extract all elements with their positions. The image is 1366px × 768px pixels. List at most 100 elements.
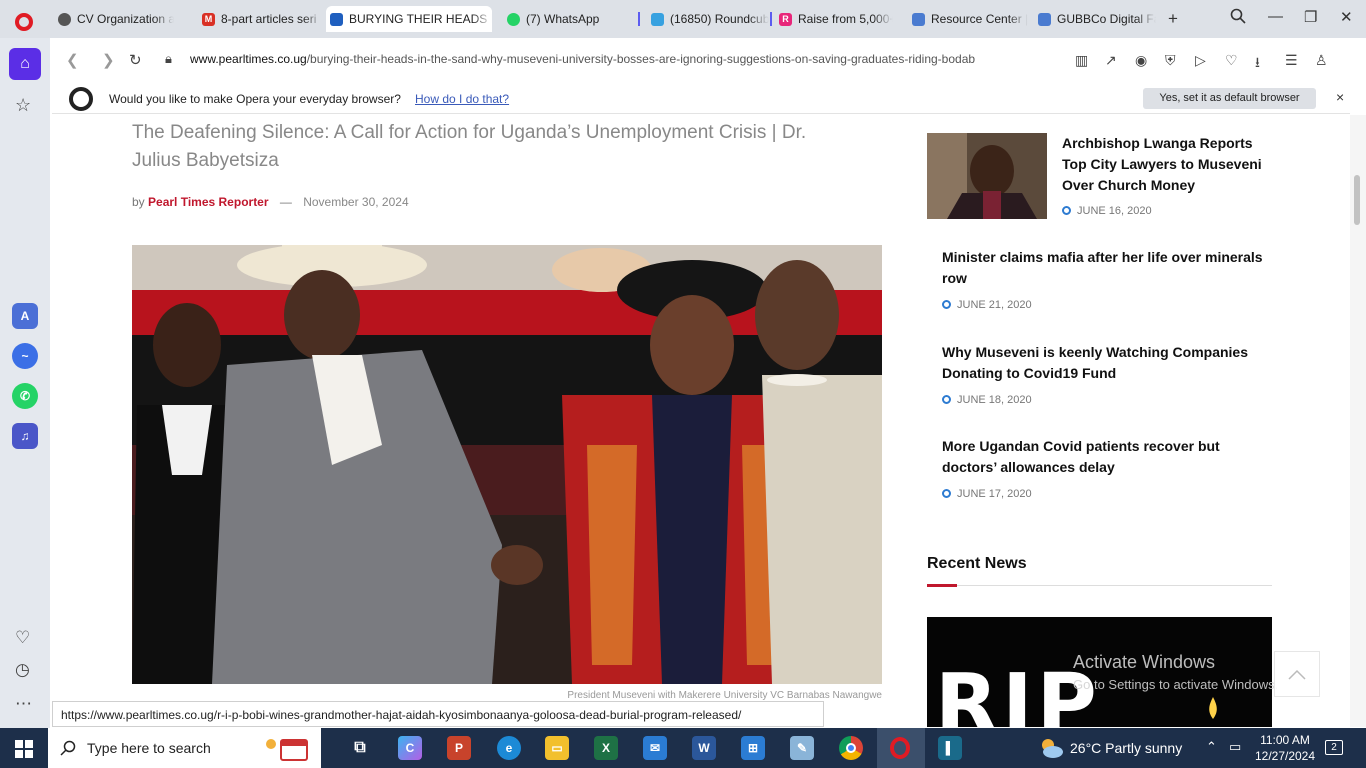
prompt-message: Would you like to make Opera your everyd…: [109, 92, 401, 106]
forward-icon[interactable]: ❯: [102, 51, 115, 69]
url-domain: www.pearltimes.co.ug: [190, 52, 307, 66]
news-item-date: JUNE 21, 2020: [942, 299, 1032, 311]
news-thumbnail[interactable]: [927, 133, 1047, 219]
word-icon[interactable]: W: [692, 736, 716, 760]
windows-start-icon[interactable]: [15, 740, 33, 758]
section-divider: [927, 585, 1272, 586]
tab-burying-their-heads[interactable]: BURYING THEIR HEADS IN: [326, 6, 492, 32]
scrollbar-thumb[interactable]: [1354, 175, 1360, 225]
network-icon[interactable]: ▭: [1229, 739, 1241, 755]
powerpoint-icon[interactable]: P: [447, 736, 471, 760]
microsoft-store-icon[interactable]: ⊞: [741, 736, 765, 760]
easy-setup-icon[interactable]: ☰: [1285, 52, 1298, 69]
set-default-button[interactable]: Yes, set it as default browser: [1143, 88, 1316, 109]
recent-news-heading: Recent News: [927, 555, 1027, 572]
scroll-to-top-button[interactable]: [1274, 651, 1320, 697]
new-tab-plus-icon[interactable]: +: [1168, 9, 1178, 29]
opera-logo-icon[interactable]: [15, 13, 33, 31]
profile-icon[interactable]: ♙: [1315, 52, 1328, 69]
whatsapp-sidebar-icon[interactable]: ✆: [12, 383, 38, 409]
taskbar-search[interactable]: Type here to search: [48, 728, 321, 768]
reload-icon[interactable]: ↻: [129, 51, 142, 69]
tab-cv-organization[interactable]: CV Organization a: [54, 6, 174, 32]
share-icon[interactable]: ↗: [1105, 52, 1117, 69]
tab-bar: CV Organization a M 8-part articles seri…: [0, 0, 1366, 38]
section-divider-accent: [927, 584, 957, 587]
tab-resource-center[interactable]: Resource Center |: [908, 6, 1028, 32]
music-player-icon[interactable]: ♫: [12, 423, 38, 449]
bookmarks-star-icon[interactable]: ☆: [15, 95, 31, 116]
resource-icon: [912, 12, 925, 26]
reader-mode-icon[interactable]: ▥: [1075, 52, 1088, 69]
photo-caption: President Museveni with Makerere Univers…: [567, 690, 882, 701]
tab-gubbco[interactable]: GUBBCo Digital Fa: [1034, 6, 1156, 32]
restore-icon[interactable]: ❐: [1304, 8, 1317, 26]
minimize-icon[interactable]: —: [1268, 8, 1283, 25]
history-clock-icon[interactable]: ◷: [15, 660, 30, 680]
news-item-date: JUNE 18, 2020: [942, 394, 1032, 406]
task-view-icon[interactable]: ⧉: [348, 736, 372, 760]
byline-dash: —: [279, 195, 292, 209]
download-icon[interactable]: ⭳: [1255, 52, 1260, 76]
related-article-title[interactable]: The Deafening Silence: A Call for Action…: [132, 119, 852, 175]
activate-windows-subtitle: Go to Settings to activate Windows.: [1073, 677, 1279, 692]
clock-icon: [942, 489, 951, 498]
mail-icon[interactable]: ✉: [643, 736, 667, 760]
news-item-date-text: JUNE 21, 2020: [957, 299, 1032, 311]
desktop-app-icon[interactable]: ▌: [938, 736, 962, 760]
excel-icon[interactable]: X: [594, 736, 618, 760]
url-path: /burying-their-heads-in-the-sand-why-mus…: [306, 52, 976, 66]
home-icon[interactable]: ⌂: [9, 48, 41, 80]
chrome-icon[interactable]: [839, 736, 863, 760]
tab-whatsapp[interactable]: (7) WhatsApp: [503, 6, 633, 32]
back-icon[interactable]: ❮: [66, 51, 79, 69]
page-scrollbar[interactable]: [1350, 115, 1366, 727]
address-bar: ❮ ❯ ↻ 🔒︎ www.pearltimes.co.ug/burying-th…: [52, 40, 1348, 80]
adblock-shield-icon[interactable]: ⛨: [1165, 52, 1176, 69]
tab-roundcube[interactable]: (16850) Roundcub: [647, 6, 769, 32]
windows-taskbar: Type here to search ⧉ C P e ▭ X ✉ W ⊞ ✎ …: [0, 728, 1366, 768]
copilot-icon[interactable]: C: [398, 736, 422, 760]
file-explorer-icon[interactable]: ▭: [545, 736, 569, 760]
whatsapp-icon: [507, 12, 520, 26]
news-item-title[interactable]: Archbishop Lwanga Reports Top City Lawye…: [1062, 133, 1272, 196]
favorite-heart-icon[interactable]: ♡: [1225, 52, 1238, 69]
close-window-icon[interactable]: ✕: [1340, 8, 1353, 26]
news-item-title[interactable]: More Ugandan Covid patients recover but …: [942, 436, 1272, 478]
chevron-up-icon: [1288, 669, 1306, 680]
activate-windows-title: Activate Windows: [1073, 652, 1216, 672]
lock-icon[interactable]: 🔒︎: [165, 51, 172, 67]
how-do-i-link[interactable]: How do I do that?: [415, 92, 509, 106]
tab-raise[interactable]: R Raise from 5,000+: [775, 6, 893, 32]
search-tabs-icon[interactable]: [1230, 8, 1246, 28]
byline: by Pearl Times Reporter — November 30, 2…: [132, 195, 409, 209]
weather-text[interactable]: 26°C Partly sunny: [1070, 740, 1182, 756]
url-field[interactable]: www.pearltimes.co.ug/burying-their-heads…: [190, 52, 1055, 66]
tab-gmail[interactable]: M 8-part articles seri: [198, 6, 323, 32]
snapshot-camera-icon[interactable]: ◉: [1135, 52, 1147, 69]
news-item-title[interactable]: Why Museveni is keenly Watching Companie…: [942, 342, 1272, 384]
opera-prompt-logo-icon: [69, 87, 93, 111]
gmail-icon: M: [202, 12, 215, 26]
opera-taskbar-icon[interactable]: [888, 736, 912, 760]
aria-icon[interactable]: A: [12, 303, 38, 329]
notification-center-icon[interactable]: 2: [1325, 740, 1343, 755]
system-clock[interactable]: 11:00 AM 12/27/2024: [1249, 732, 1321, 764]
news-item-title[interactable]: Minister claims mafia after her life ove…: [942, 247, 1272, 289]
more-options-icon[interactable]: ⋯: [15, 694, 32, 714]
clock-time: 11:00 AM: [1260, 733, 1310, 747]
messenger-icon[interactable]: ~: [12, 343, 38, 369]
author-link[interactable]: Pearl Times Reporter: [148, 195, 269, 209]
clock-date: 12/27/2024: [1254, 749, 1316, 763]
byline-by: by: [132, 195, 145, 209]
chatgpt-icon: [58, 12, 71, 26]
article-date: November 30, 2024: [303, 195, 409, 209]
notepad-icon[interactable]: ✎: [790, 736, 814, 760]
video-popout-icon[interactable]: ▷: [1195, 52, 1206, 69]
heart-icon[interactable]: ♡: [15, 628, 30, 648]
raise-icon: R: [779, 12, 792, 26]
close-prompt-icon[interactable]: ×: [1336, 89, 1344, 105]
show-hidden-icons-icon[interactable]: ⌃: [1206, 739, 1217, 755]
edge-icon[interactable]: e: [497, 736, 521, 760]
default-browser-prompt: Would you like to make Opera your everyd…: [52, 84, 1350, 114]
